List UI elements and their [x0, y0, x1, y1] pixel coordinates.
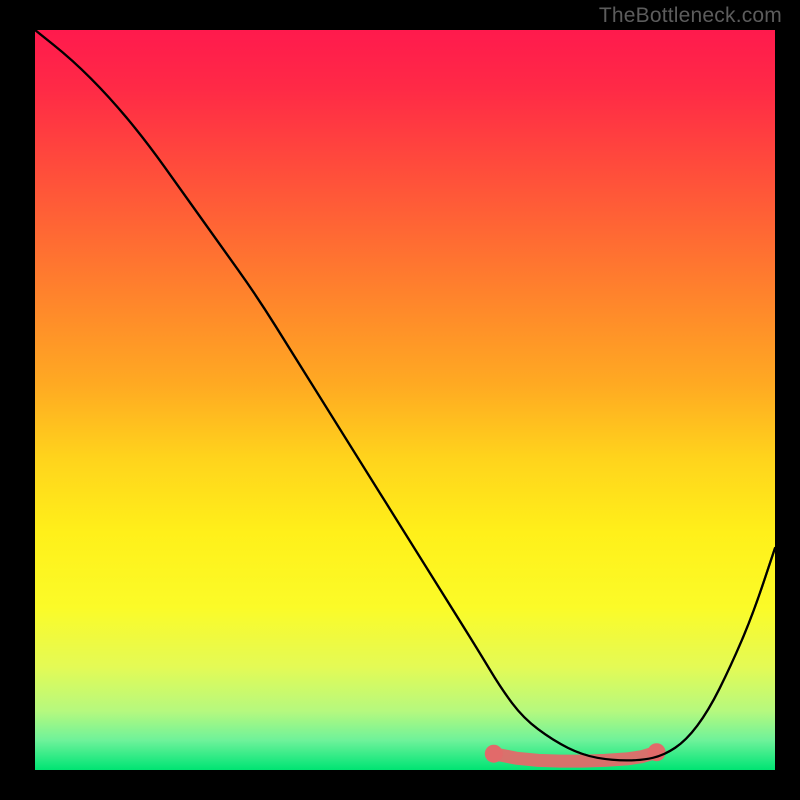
bottleneck-curve: [35, 30, 775, 760]
plot-area: [35, 30, 775, 770]
watermark-text: TheBottleneck.com: [599, 4, 782, 28]
marker-end-left: [485, 745, 503, 763]
chart-frame: TheBottleneck.com: [0, 0, 800, 800]
bottleneck-curve-overlay: [35, 30, 775, 760]
curve-layer: [35, 30, 775, 770]
